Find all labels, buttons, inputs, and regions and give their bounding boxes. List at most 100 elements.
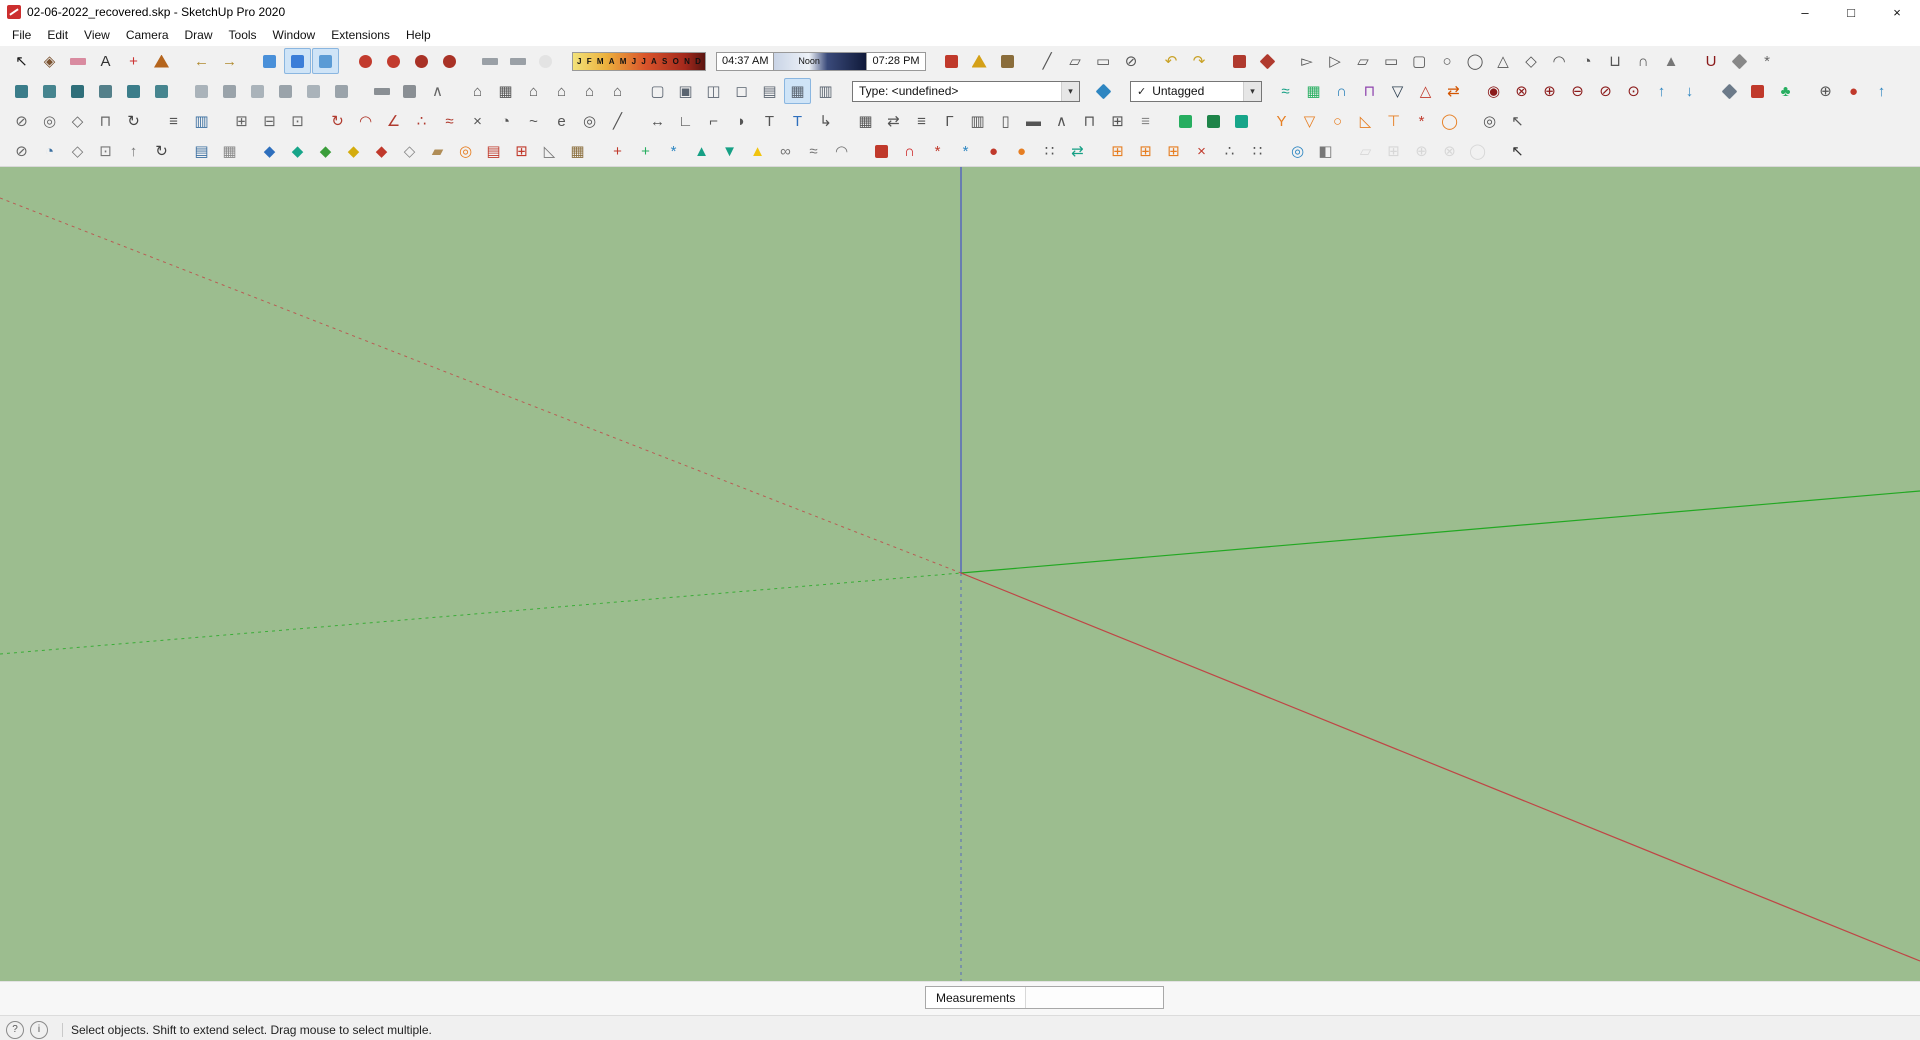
hide-rest-icon[interactable]: ⊘ [1118, 48, 1145, 74]
u-shape-icon[interactable]: U [1698, 48, 1725, 74]
window-frame-icon[interactable]: ⊞ [228, 108, 255, 134]
dimension-icon[interactable]: ↔ [644, 108, 671, 134]
shape-ellipse-icon[interactable]: ◯ [1462, 48, 1489, 74]
render-teal-icon[interactable] [1228, 108, 1255, 134]
shadow-toggle-icon[interactable] [380, 48, 407, 74]
chart-bars-icon[interactable]: ▥ [188, 108, 215, 134]
rotate-cw-icon[interactable]: ↻ [324, 108, 351, 134]
trim-icon[interactable]: ⊘ [1592, 78, 1619, 104]
time-list-icon[interactable] [504, 48, 531, 74]
leaf-icon[interactable]: ♣ [1772, 78, 1799, 104]
pentagon-hand-icon[interactable]: ◇ [64, 138, 91, 164]
terrain-down-icon[interactable]: ▼ [716, 138, 743, 164]
beam-icon[interactable]: ▬ [1020, 108, 1047, 134]
shield-icon[interactable] [1716, 78, 1743, 104]
bezier-icon[interactable]: ~ [520, 108, 547, 134]
hidden-line-style-icon[interactable]: ◻ [728, 78, 755, 104]
tee-icon[interactable]: ⊤ [1380, 108, 1407, 134]
snowflake-blue-icon[interactable]: * [660, 138, 687, 164]
next-view-icon[interactable]: → [216, 48, 243, 74]
refresh-tool-icon[interactable]: ↻ [120, 108, 147, 134]
shaded-textures-style-icon[interactable]: ▦ [784, 78, 811, 104]
toggle-terrain-icon[interactable] [284, 48, 311, 74]
box-hand-icon[interactable]: ⊡ [92, 138, 119, 164]
goblet-icon[interactable]: Y [1268, 108, 1295, 134]
close-button[interactable]: × [1874, 0, 1920, 24]
curve-e-icon[interactable]: e [548, 108, 575, 134]
edit-style-disabled-icon[interactable]: ▱ [1352, 138, 1379, 164]
wall-panel-icon[interactable] [396, 78, 423, 104]
back-edges-style-icon[interactable]: ▣ [672, 78, 699, 104]
diamond-teal-icon[interactable]: ◆ [284, 138, 311, 164]
classifier-type-select[interactable]: Type: <undefined> ▾ [852, 80, 1080, 102]
stamp-icon[interactable]: ⊓ [1356, 78, 1383, 104]
knife-icon[interactable]: ╱ [1034, 48, 1061, 74]
subtract-icon[interactable]: ⊖ [1564, 78, 1591, 104]
trash-icon[interactable] [868, 138, 895, 164]
union-icon[interactable]: ⊕ [1536, 78, 1563, 104]
diamond-red-icon[interactable]: ◆ [368, 138, 395, 164]
histogram-icon[interactable]: ▤ [188, 138, 215, 164]
box-edit-icon[interactable] [188, 78, 215, 104]
scatter-icon[interactable]: ∴ [1216, 138, 1243, 164]
draw-arrow-icon[interactable]: ▻ [1294, 48, 1321, 74]
wireframe-style-icon[interactable]: ◫ [700, 78, 727, 104]
table-orange-icon-1[interactable]: ⊞ [1104, 138, 1131, 164]
section-box-icon[interactable]: ▭ [1090, 48, 1117, 74]
back-view-icon[interactable]: ⌂ [576, 78, 603, 104]
book-red-icon[interactable]: ▤ [480, 138, 507, 164]
draw-arrow-alt-icon[interactable]: ▷ [1322, 48, 1349, 74]
freehand-icon[interactable]: ╱ [604, 108, 631, 134]
wave-icon[interactable]: ≈ [800, 138, 827, 164]
minimize-button[interactable]: – [1782, 0, 1828, 24]
iso-view-icon[interactable]: ⌂ [464, 78, 491, 104]
help-icon[interactable]: ? [6, 1020, 24, 1039]
copy-array-icon[interactable] [92, 78, 119, 104]
intersect-icon[interactable]: ⊗ [1508, 78, 1535, 104]
shadow-date-icon[interactable] [408, 48, 435, 74]
titlebar[interactable]: 02-06-2022_recovered.skp - SketchUp Pro … [0, 0, 1920, 24]
globe-grid-icon[interactable]: ◎ [36, 108, 63, 134]
3d-text-icon[interactable]: T [784, 108, 811, 134]
paint-red-icon[interactable] [1226, 48, 1253, 74]
add-location-icon[interactable] [256, 48, 283, 74]
section-plane-icon[interactable]: ▱ [1062, 48, 1089, 74]
terrain-up-icon[interactable]: ▲ [688, 138, 715, 164]
shape-dome-icon[interactable]: ∩ [1630, 48, 1657, 74]
menu-window[interactable]: Window [265, 26, 324, 44]
photo-textures-icon[interactable] [312, 48, 339, 74]
date-list-icon[interactable] [476, 48, 503, 74]
louver-icon[interactable]: ≡ [1132, 108, 1159, 134]
diamond-gray-icon[interactable]: ◇ [396, 138, 423, 164]
table-orange-icon-3[interactable]: ⊞ [1160, 138, 1187, 164]
warning-icon[interactable]: ▲ [744, 138, 771, 164]
eraser-tool[interactable] [64, 48, 91, 74]
cursor-arrow-icon[interactable]: ↖ [1504, 138, 1531, 164]
move-cross-green-icon[interactable]: + [632, 138, 659, 164]
picture-icon[interactable]: ▦ [216, 138, 243, 164]
menu-extensions[interactable]: Extensions [323, 26, 398, 44]
north-arrow-icon[interactable]: ↑ [1868, 78, 1895, 104]
roof-slope-icon[interactable]: ∧ [424, 78, 451, 104]
shadow-settings-icon[interactable] [352, 48, 379, 74]
box-paint-icon[interactable] [300, 78, 327, 104]
polyline-icon[interactable]: ∠ [380, 108, 407, 134]
scissors-icon[interactable]: × [464, 108, 491, 134]
measurements-input[interactable] [1025, 987, 1164, 1008]
top-view-icon[interactable]: ▦ [492, 78, 519, 104]
pin-icon[interactable]: ● [1840, 78, 1867, 104]
wall-hatch-icon[interactable]: ▥ [964, 108, 991, 134]
door-icon[interactable]: ⊓ [1076, 108, 1103, 134]
left-view-icon[interactable]: ⌂ [604, 78, 631, 104]
maximize-button[interactable]: □ [1828, 0, 1874, 24]
globe-icon[interactable]: ◔ [36, 138, 63, 164]
label-text-icon[interactable]: T [756, 108, 783, 134]
shape-pie-icon[interactable]: ◔ [1574, 48, 1601, 74]
funnel-icon[interactable]: ▽ [1296, 108, 1323, 134]
pennant-icon[interactable]: ◺ [1352, 108, 1379, 134]
from-contours-icon[interactable]: ≈ [1272, 78, 1299, 104]
mirror-icon[interactable] [64, 78, 91, 104]
pin-orange-icon[interactable]: ● [1008, 138, 1035, 164]
redo-icon[interactable]: ↷ [1186, 48, 1213, 74]
board-icon[interactable]: ▦ [564, 138, 591, 164]
